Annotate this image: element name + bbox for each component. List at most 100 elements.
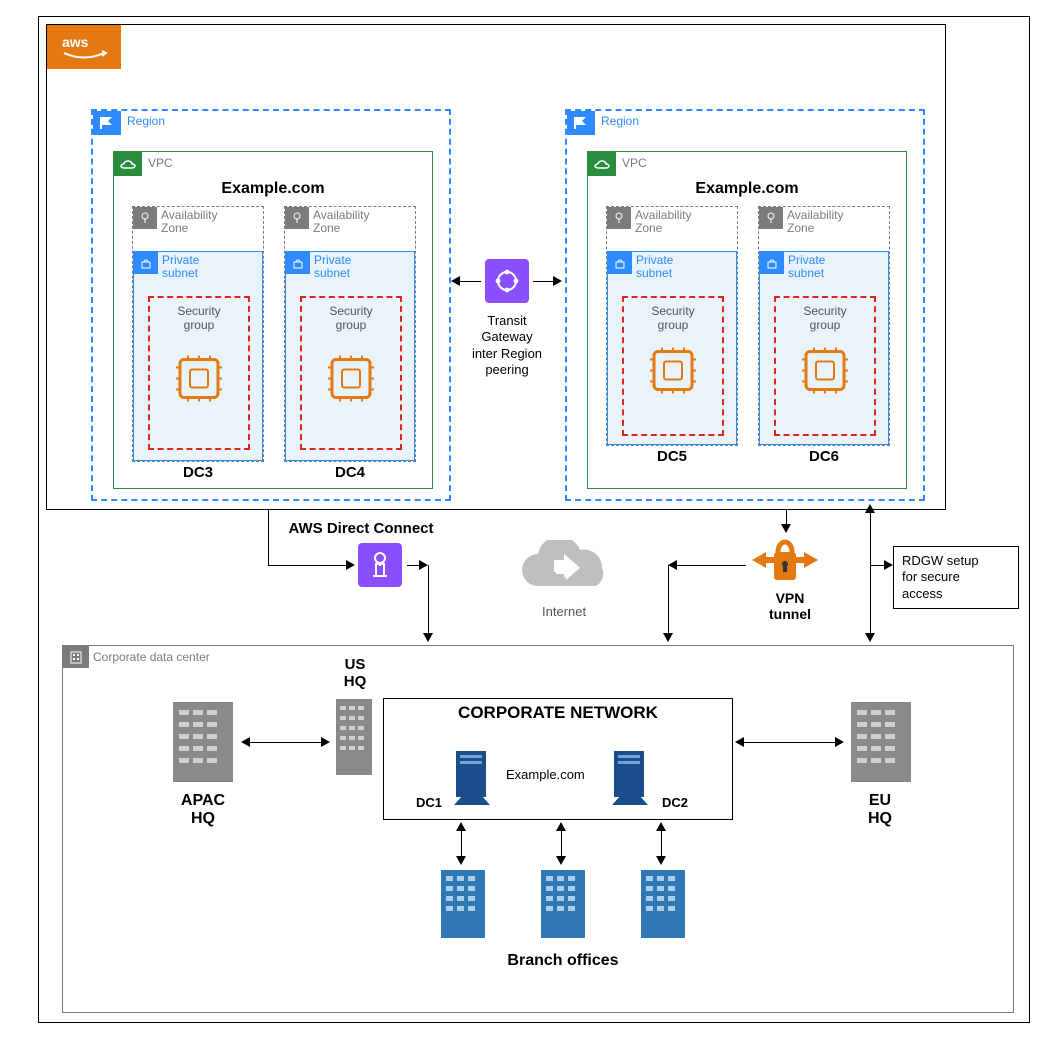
dc3-label: DC3	[132, 464, 264, 481]
corporate-network-box: CORPORATE NETWORK DC1 Example.com DC2	[383, 698, 733, 820]
arrow-line	[268, 565, 348, 566]
security-group-dc3: Security group	[148, 296, 250, 450]
sg-label: Security group	[302, 304, 400, 332]
dc2-label: DC2	[662, 795, 688, 810]
arrow-line	[676, 565, 746, 566]
az-box-dc6: Availability Zone Private subnet Securit…	[758, 206, 890, 446]
az-box-dc4: Availability Zone Private subnet Securit…	[284, 206, 416, 462]
arrow-line	[870, 565, 871, 635]
arrow-head-down	[663, 633, 673, 642]
private-subnet-dc5: Private subnet Security group	[607, 251, 737, 445]
arrow-head-right	[346, 560, 355, 570]
internet-cloud-icon	[510, 540, 620, 607]
aws-cloud-boundary: aws Region VPC Example.com Availability …	[46, 24, 946, 510]
arrow-head-down	[781, 524, 791, 533]
svg-text:aws: aws	[62, 34, 89, 50]
az-box-dc3: Availability Zone Private subnet Securit…	[132, 206, 264, 462]
arrow-head-down	[423, 633, 433, 642]
region-box-2: Region VPC Example.com Availability Zone…	[565, 109, 925, 501]
arrow-line	[268, 510, 269, 565]
arrow-line	[561, 830, 562, 858]
arrow-head-left	[241, 737, 250, 747]
sg-label: Security group	[150, 304, 248, 332]
subnet-label: Private subnet	[162, 254, 199, 280]
az-icon	[285, 207, 309, 229]
building-blue-icon	[437, 866, 489, 947]
dc6-label: DC6	[758, 448, 890, 465]
dc4-label: DC4	[284, 464, 416, 481]
transit-gateway-icon	[485, 259, 529, 303]
az-label: Availability Zone	[787, 209, 843, 235]
us-hq-label: US HQ	[335, 656, 375, 691]
private-subnet-dc3: Private subnet Security group	[133, 251, 263, 461]
vpc-title: Example.com	[114, 180, 432, 198]
az-label: Availability Zone	[635, 209, 691, 235]
vpc-icon	[588, 152, 616, 176]
sg-label: Security group	[624, 304, 722, 332]
building-gray-icon	[167, 696, 239, 793]
arrow-head-down	[456, 856, 466, 865]
aws-logo-icon: aws	[47, 25, 121, 69]
direct-connect-icon	[358, 543, 402, 587]
building-small-gray-icon	[333, 696, 375, 783]
arrow-head-right	[419, 560, 428, 570]
ec2-instance-icon	[322, 349, 380, 412]
az-icon	[607, 207, 631, 229]
corporate-data-center: Corporate data center APAC HQ US HQ EU H…	[62, 645, 1014, 1013]
vpc-badge-label: VPC	[148, 156, 173, 170]
vpn-tunnel-label: VPN tunnel	[760, 590, 820, 622]
az-label: Availability Zone	[313, 209, 369, 235]
vpc-box-2: VPC Example.com Availability Zone Privat…	[587, 151, 907, 489]
transit-gateway-label: Transit Gateway inter Region peering	[467, 313, 547, 378]
arrow-line	[533, 281, 555, 282]
region-label: Region	[601, 114, 639, 128]
arrow-head-left	[735, 737, 744, 747]
apac-hq-label: APAC HQ	[173, 792, 233, 829]
security-group-dc4: Security group	[300, 296, 402, 450]
internet-label: Internet	[542, 604, 586, 619]
corporate-network-title: CORPORATE NETWORK	[384, 703, 732, 723]
arrow-head-right	[321, 737, 330, 747]
direct-connect-label: AWS Direct Connect	[276, 520, 446, 537]
vpn-tunnel-icon	[750, 534, 820, 593]
building-gray-icon	[845, 696, 917, 793]
az-icon	[759, 207, 783, 229]
region-flag-icon	[93, 111, 121, 135]
arrow-head-left	[668, 560, 677, 570]
arrow-head-down	[865, 633, 875, 642]
vpc-icon	[114, 152, 142, 176]
corporate-label: Corporate data center	[93, 650, 210, 664]
region-flag-icon	[567, 111, 595, 135]
arrow-head-right	[553, 276, 562, 286]
domain-label: Example.com	[506, 767, 585, 782]
arrow-head-up	[456, 822, 466, 831]
dc5-label: DC5	[606, 448, 738, 465]
arrow-line	[459, 281, 481, 282]
lock-icon	[286, 252, 310, 274]
arrow-line	[870, 510, 871, 565]
arrow-line	[743, 742, 837, 743]
vpc-badge-label: VPC	[622, 156, 647, 170]
lock-icon	[760, 252, 784, 274]
arrow-head-right	[835, 737, 844, 747]
security-group-dc5: Security group	[622, 296, 724, 436]
arrow-head-up	[556, 822, 566, 831]
eu-hq-label: EU HQ	[855, 792, 905, 829]
arrow-line	[668, 565, 669, 635]
security-group-dc6: Security group	[774, 296, 876, 436]
az-label: Availability Zone	[161, 209, 217, 235]
lock-icon	[134, 252, 158, 274]
building-icon	[63, 646, 89, 668]
arrow-head-right	[884, 560, 893, 570]
arrow-head-up	[865, 504, 875, 513]
az-icon	[133, 207, 157, 229]
ec2-instance-icon	[170, 349, 228, 412]
branch-offices-label: Branch offices	[493, 952, 633, 970]
private-subnet-dc6: Private subnet Security group	[759, 251, 889, 445]
arrow-head-left	[451, 276, 460, 286]
arrow-line	[661, 830, 662, 858]
server-icon	[608, 747, 654, 812]
ec2-instance-icon	[796, 341, 854, 404]
rdgw-text: RDGW setup for secure access	[902, 553, 979, 601]
server-icon	[450, 747, 496, 812]
